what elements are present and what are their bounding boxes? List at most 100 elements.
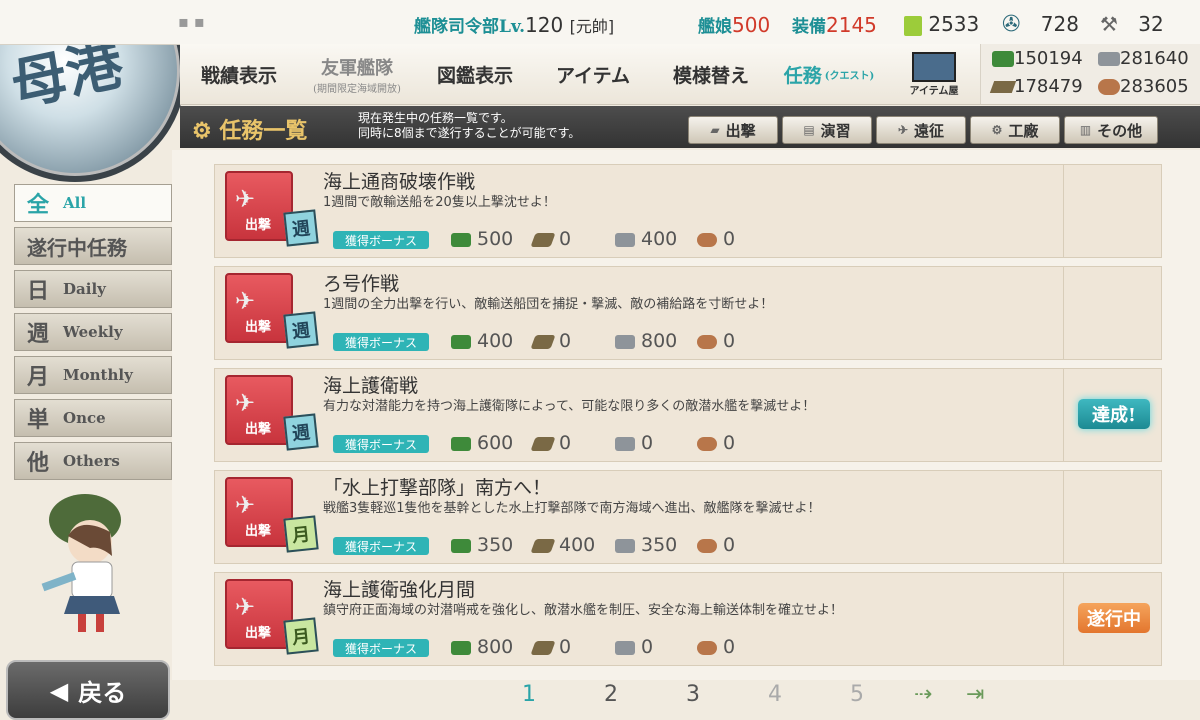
steel-icon: [615, 538, 635, 553]
weekly-tag: 週: [283, 209, 319, 247]
quest-desc: 1週間の全力出撃を行い、敵輸送船団を捕捉・撃滅、敵の補給路を寸断せよ！: [323, 297, 774, 312]
status-slot: [1063, 165, 1162, 257]
in-progress-badge[interactable]: 遂行中: [1078, 603, 1150, 633]
cat-expedition[interactable]: ✈ 遠征: [876, 116, 966, 144]
steel-icon: [615, 334, 635, 349]
status-slot: [1063, 267, 1162, 359]
reward-steel: 0: [615, 432, 653, 454]
plane-icon: ✈: [235, 389, 256, 417]
reward-ammo: 0: [530, 330, 571, 352]
sortie-icon: ▰: [710, 123, 720, 137]
reward-ammo: 0: [530, 228, 571, 250]
filter-monthly[interactable]: 月 Monthly: [14, 356, 172, 394]
bucket-icon: [904, 15, 922, 36]
quest-row[interactable]: ✈ 出撃 月 海上護衛強化月間 鎮守府正面海域の対潜哨戒を強化し、敵潜水艦を制圧、…: [214, 572, 1162, 666]
reward-fuel: 500: [451, 228, 513, 250]
devmat-icon: ✇: [1002, 12, 1021, 37]
fuel-icon: [451, 232, 471, 247]
screw-icon: ⚒: [1100, 12, 1118, 36]
nav-item-shop[interactable]: アイテム屋: [888, 44, 981, 104]
nav-library[interactable]: 図鑑表示: [416, 44, 535, 104]
bauxite-icon: [697, 640, 717, 655]
page-2[interactable]: 2: [604, 682, 618, 707]
filter-once[interactable]: 単 Once: [14, 399, 172, 437]
plane-icon: ✈: [235, 287, 256, 315]
fuel-resource: 150194: [992, 48, 1083, 69]
arsenal-icon: ⚙: [991, 123, 1003, 137]
bauxite-icon: [697, 538, 717, 553]
filter-weekly[interactable]: 週 Weekly: [14, 313, 172, 351]
sortie-quest-icon: ✈ 出撃: [225, 273, 293, 343]
status-slot: 達成!: [1063, 369, 1162, 461]
filter-daily[interactable]: 日 Daily: [14, 270, 172, 308]
quest-desc: 有力な対潜能力を持つ海上護衛隊によって、可能な限り多くの敵潜水艦を撃滅せよ！: [323, 399, 816, 414]
nav-quests[interactable]: 任務 (クエスト): [770, 44, 889, 104]
weekly-tag: 週: [283, 413, 319, 451]
equip-count: 装備2145: [792, 13, 877, 37]
reward-bauxite: 0: [697, 228, 735, 250]
reward-fuel: 400: [451, 330, 513, 352]
status-slot: 遂行中: [1063, 573, 1162, 665]
filter-all[interactable]: 全 All: [14, 184, 172, 222]
fuel-icon: [451, 334, 471, 349]
reward-steel: 350: [615, 534, 677, 556]
ship-count: 艦娘500: [698, 13, 771, 37]
sortie-quest-icon: ✈ 出撃: [225, 171, 293, 241]
bonus-label: 獲得ボーナス: [333, 333, 429, 351]
nav-furniture[interactable]: 模様替え: [652, 44, 771, 104]
quest-row[interactable]: ✈ 出撃 週 ろ号作戦 1週間の全力出撃を行い、敵輸送船団を捕捉・撃滅、敵の補給路…: [214, 266, 1162, 360]
bauxite-icon: [697, 436, 717, 451]
other-icon: ▥: [1079, 123, 1092, 137]
reward-ammo: 0: [530, 432, 571, 454]
secretary-character[interactable]: [30, 486, 140, 636]
quest-description: 現在発生中の任務一覧です。 同時に8個まで遂行することが可能です。: [358, 111, 581, 140]
cat-exercise[interactable]: ▤ 演習: [782, 116, 872, 144]
devmat-count: ✇ 728: [1002, 12, 1079, 37]
gear-icon: ⚙: [192, 118, 212, 144]
bonus-label: 獲得ボーナス: [333, 537, 429, 555]
ammo-resource: 178479: [989, 76, 1083, 97]
fuel-icon: [451, 538, 471, 553]
nav-items[interactable]: アイテム: [534, 44, 653, 104]
fuel-icon: [451, 640, 471, 655]
last-page-icon[interactable]: ⇥: [966, 682, 984, 707]
completed-badge[interactable]: 達成!: [1078, 399, 1150, 429]
nav-record[interactable]: 戦績表示: [180, 44, 299, 104]
cat-sortie[interactable]: ▰ 出撃: [688, 116, 778, 144]
quest-row[interactable]: ✈ 出撃 週 海上通商破壊作戦 1週間で敵輸送船を20隻以上撃沈せよ！ 獲得ボーナ…: [214, 164, 1162, 258]
quest-header: ⚙ 任務一覧 現在発生中の任務一覧です。 同時に8個まで遂行することが可能です。 …: [180, 106, 1200, 148]
ammo-icon: [530, 640, 556, 655]
nav-friend-fleet[interactable]: 友軍艦隊 (期間限定海域開放): [298, 44, 417, 104]
sortie-quest-icon: ✈ 出撃: [225, 579, 293, 649]
steel-icon: [1098, 52, 1120, 66]
reward-bauxite: 0: [697, 534, 735, 556]
reward-bauxite: 0: [697, 432, 735, 454]
filter-in-progress[interactable]: 遂行中任務: [14, 227, 172, 265]
filter-others[interactable]: 他 Others: [14, 442, 172, 480]
reward-fuel: 350: [451, 534, 513, 556]
exercise-icon: ▤: [803, 123, 815, 137]
cat-arsenal[interactable]: ⚙ 工廠: [970, 116, 1060, 144]
quest-desc: 鎮守府正面海域の対潜哨戒を強化し、敵潜水艦を制圧、安全な海上輸送体制を確立せよ！: [323, 603, 844, 618]
quest-row[interactable]: ✈ 出撃 月 「水上打撃部隊」南方へ！ 戦艦3隻軽巡1隻他を基幹とした水上打撃部隊…: [214, 470, 1162, 564]
quest-row[interactable]: ✈ 出撃 週 海上護衛戦 有力な対潜能力を持つ海上護衛隊によって、可能な限り多くの…: [214, 368, 1162, 462]
next-page-icon[interactable]: ⇢: [914, 682, 932, 707]
cat-other[interactable]: ▥ その他: [1064, 116, 1158, 144]
reward-bauxite: 0: [697, 330, 735, 352]
bucket-count: 2533: [904, 12, 979, 36]
bauxite-resource: 283605: [1098, 76, 1189, 97]
bonus-label: 獲得ボーナス: [333, 231, 429, 249]
page-3[interactable]: 3: [686, 682, 700, 707]
page-5[interactable]: 5: [850, 682, 864, 707]
page-1[interactable]: 1: [522, 682, 536, 707]
reward-steel: 800: [615, 330, 677, 352]
status-slot: [1063, 471, 1162, 563]
quest-desc: 戦艦3隻軽巡1隻他を基幹とした水上打撃部隊で南方海域へ進出、敵艦隊を撃滅せよ！: [323, 501, 821, 516]
page-4[interactable]: 4: [768, 682, 782, 707]
quest-name: 海上護衛戦: [323, 375, 419, 397]
ammo-icon: [530, 538, 556, 553]
back-button[interactable]: ◀ 戻る: [6, 660, 170, 720]
ammo-icon: [530, 334, 556, 349]
quest-filter-sidebar: 全 All 遂行中任務 日 Daily 週 Weekly 月 Monthly 単 Once…: [14, 184, 172, 485]
quest-name: 海上通商破壊作戦: [323, 171, 476, 193]
